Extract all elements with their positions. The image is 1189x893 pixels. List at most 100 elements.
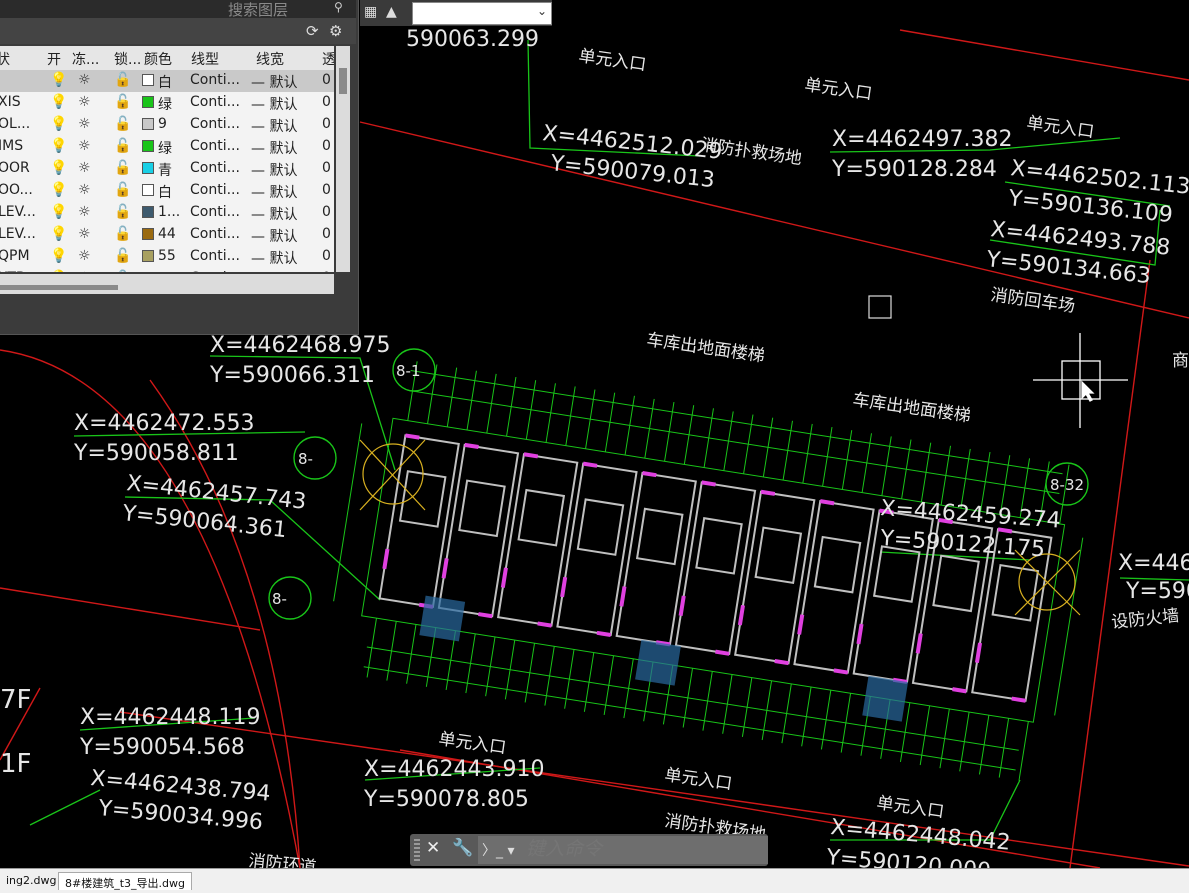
lineweight[interactable]: — 默认 <box>251 94 297 114</box>
lock-icon[interactable]: 🔓 <box>114 270 131 272</box>
prompt-icon[interactable]: 〉_ ▾ <box>482 840 514 860</box>
col-transparency[interactable]: 透 <box>322 49 334 69</box>
lock-icon[interactable]: 🔓 <box>114 204 131 220</box>
lineweight[interactable]: — 默认 <box>251 138 297 158</box>
layer-row[interactable]: OOR 💡 ☼ 🔓 青 Conti... — 默认 0 <box>0 158 334 180</box>
layer-name[interactable]: OOR <box>0 160 30 176</box>
lineweight[interactable]: — 默认 <box>251 116 297 136</box>
lightbulb-icon[interactable]: 💡 <box>50 226 67 242</box>
lightbulb-icon[interactable]: 💡 <box>50 138 67 154</box>
lock-icon[interactable]: 🔓 <box>114 226 131 242</box>
col-status[interactable]: 状 <box>0 49 10 69</box>
lineweight[interactable]: — 默认 <box>251 226 297 246</box>
building-floor-plan[interactable] <box>323 354 1094 784</box>
tab-file-2[interactable]: 8#楼建筑_t3_导出.dwg <box>58 872 192 890</box>
col-lock[interactable]: 锁... <box>114 49 141 69</box>
layer-row[interactable]: LEV... 💡 ☼ 🔓 44 Conti... — 默认 0 <box>0 224 334 246</box>
lightbulb-icon[interactable]: 💡 <box>50 94 67 110</box>
col-color[interactable]: 颜色 <box>144 49 172 69</box>
layer-dropdown[interactable]: ⌄ <box>412 2 552 25</box>
wrench-icon[interactable]: 🔧 <box>452 838 473 858</box>
transparency[interactable]: 0 <box>322 138 331 154</box>
sun-icon[interactable]: ☼ <box>78 94 91 110</box>
layer-vertical-scrollbar[interactable] <box>336 46 350 272</box>
lock-icon[interactable]: 🔓 <box>114 72 131 88</box>
command-input[interactable] <box>478 836 768 864</box>
chevron-down-icon[interactable]: ⌄ <box>537 4 547 18</box>
color-swatch[interactable] <box>142 182 154 198</box>
layer-name[interactable]: OO... <box>0 182 33 198</box>
lightbulb-icon[interactable]: 💡 <box>50 182 67 198</box>
linetype[interactable]: Conti... <box>190 182 240 198</box>
lock-icon[interactable]: 🔓 <box>114 182 131 198</box>
linetype[interactable]: Conti... <box>190 270 240 272</box>
sun-icon[interactable]: ☼ <box>78 72 91 88</box>
layer-name[interactable]: XTB <box>0 270 26 272</box>
linetype[interactable]: Conti... <box>190 226 240 242</box>
layer-horizontal-scrollbar[interactable] <box>0 274 334 294</box>
layer-row[interactable]: OL... 💡 ☼ 🔓 9 Conti... — 默认 0 <box>0 114 334 136</box>
layer-name[interactable]: LEV... <box>0 204 36 220</box>
sun-icon[interactable]: ☼ <box>78 226 91 242</box>
layer-row[interactable]: QPM 💡 ☼ 🔓 55 Conti... — 默认 0 <box>0 246 334 268</box>
layer-name[interactable]: QPM <box>0 248 30 264</box>
linetype[interactable]: Conti... <box>190 248 240 264</box>
color-swatch[interactable] <box>142 270 154 272</box>
col-freeze[interactable]: 冻... <box>72 49 99 69</box>
lineweight[interactable]: — 默认 <box>251 248 297 268</box>
drag-handle[interactable] <box>414 839 420 861</box>
color-swatch[interactable] <box>142 248 154 264</box>
refresh-icon[interactable]: ⟳ <box>306 22 319 40</box>
layer-state-icon[interactable]: ▦ <box>364 4 377 20</box>
lock-icon[interactable]: 🔓 <box>114 160 131 176</box>
sun-icon[interactable]: ☼ <box>78 270 91 272</box>
lightbulb-icon[interactable]: 💡 <box>50 248 67 264</box>
lineweight[interactable]: — 默认 <box>251 160 297 180</box>
transparency[interactable]: 0 <box>322 94 331 110</box>
layer-row[interactable]: LEV... 💡 ☼ 🔓 1... Conti... — 默认 0 <box>0 202 334 224</box>
color-swatch[interactable] <box>142 94 154 110</box>
lightbulb-icon[interactable]: 💡 <box>50 204 67 220</box>
gear-icon[interactable]: ⚙ <box>329 22 342 40</box>
layer-iso-icon[interactable]: ▲ <box>386 4 397 20</box>
panel-search-bar[interactable]: 搜索图层 ⚲ <box>0 0 356 20</box>
close-icon[interactable]: ✕ <box>426 838 440 858</box>
col-on[interactable]: 开 <box>47 49 61 69</box>
col-lineweight[interactable]: 线宽 <box>256 49 284 69</box>
linetype[interactable]: Conti... <box>190 72 240 88</box>
color-swatch[interactable] <box>142 226 154 242</box>
lock-icon[interactable]: 🔓 <box>114 94 131 110</box>
color-swatch[interactable] <box>142 138 154 154</box>
transparency[interactable]: 0 <box>322 204 331 220</box>
color-swatch[interactable] <box>142 204 154 220</box>
layer-row[interactable]: 💡 ☼ 🔓 白 Conti... — 默认 0 <box>0 70 334 92</box>
color-swatch[interactable] <box>142 160 154 176</box>
transparency[interactable]: 0 <box>322 72 331 88</box>
layer-manager-panel[interactable]: 搜索图层 ⚲ ⟳ ⚙ 状 开 冻... 锁... 颜色 线型 线宽 透 💡 ☼ 🔓 白… <box>0 0 359 335</box>
sun-icon[interactable]: ☼ <box>78 204 91 220</box>
tab-file-1[interactable]: ing2.dwg <box>0 872 62 890</box>
lock-icon[interactable]: 🔓 <box>114 248 131 264</box>
layer-search-placeholder[interactable]: 搜索图层 <box>228 0 288 20</box>
sun-icon[interactable]: ☼ <box>78 182 91 198</box>
search-icon[interactable]: ⚲ <box>334 0 343 14</box>
linetype[interactable]: Conti... <box>190 116 240 132</box>
layer-row[interactable]: OO... 💡 ☼ 🔓 白 Conti... — 默认 0 <box>0 180 334 202</box>
layer-table[interactable]: 状 开 冻... 锁... 颜色 线型 线宽 透 💡 ☼ 🔓 白 Conti... — 默… <box>0 46 334 272</box>
layer-name[interactable]: IMS <box>0 138 23 154</box>
linetype[interactable]: Conti... <box>190 204 240 220</box>
sun-icon[interactable]: ☼ <box>78 160 91 176</box>
lock-icon[interactable]: 🔓 <box>114 138 131 154</box>
lightbulb-icon[interactable]: 💡 <box>50 160 67 176</box>
transparency[interactable]: 0 <box>322 226 331 242</box>
col-linetype[interactable]: 线型 <box>191 49 219 69</box>
lineweight[interactable]: 默认 <box>251 270 279 272</box>
lightbulb-icon[interactable]: 💡 <box>50 270 67 272</box>
lineweight[interactable]: — 默认 <box>251 204 297 224</box>
transparency[interactable]: 0 <box>322 182 331 198</box>
layer-row[interactable]: IMS 💡 ☼ 🔓 绿 Conti... — 默认 0 <box>0 136 334 158</box>
layer-name[interactable]: LEV... <box>0 226 36 242</box>
sun-icon[interactable]: ☼ <box>78 116 91 132</box>
lightbulb-icon[interactable]: 💡 <box>50 72 67 88</box>
layer-row[interactable]: XIS 💡 ☼ 🔓 绿 Conti... — 默认 0 <box>0 92 334 114</box>
